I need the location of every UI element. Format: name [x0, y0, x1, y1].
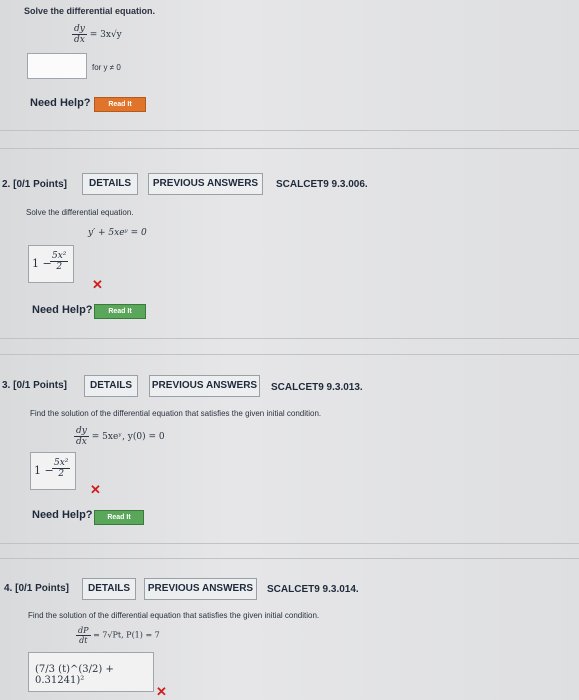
q1-read-it-button[interactable]: Read It [94, 97, 146, 112]
q4-equation: dP dt = 7√Pt, P(1) = 7 [76, 626, 160, 645]
divider [0, 543, 579, 544]
q2-header: 2. [0/1 Points] [2, 179, 68, 190]
q1-prompt: Solve the differential equation. [24, 6, 156, 16]
q3-answer-input[interactable]: 1 − 5x² 2 [30, 452, 76, 490]
q3-previous-answers-button[interactable]: PREVIOUS ANSWERS [149, 375, 260, 397]
q1-derivative: dy dx [72, 24, 87, 45]
q2-previous-answers-button[interactable]: PREVIOUS ANSWERS [148, 173, 263, 195]
q3-prompt: Find the solution of the differential eq… [30, 409, 322, 418]
divider [0, 558, 579, 559]
divider [0, 130, 579, 131]
q4-header: 4. [0/1 Points] [4, 583, 70, 594]
q4-previous-answers-button[interactable]: PREVIOUS ANSWERS [144, 578, 257, 600]
divider [0, 354, 579, 355]
q2-answer-fraction: 5x² 2 [50, 251, 69, 272]
q2-equation: y′ + 5xeʸ = 0 [88, 228, 147, 238]
q3-derivative: dy dx [74, 426, 89, 447]
q2-code: SCALCET9 9.3.006. [276, 179, 368, 190]
q2-details-button[interactable]: DETAILS [82, 173, 138, 195]
q4-prompt: Find the solution of the differential eq… [28, 611, 320, 620]
q4-details-button[interactable]: DETAILS [82, 578, 136, 600]
q3-read-it-button[interactable]: Read It [94, 510, 144, 525]
q1-answer-input[interactable] [27, 53, 87, 79]
q2-wrong-icon: ✕ [92, 277, 103, 292]
divider [0, 338, 579, 339]
q3-answer-fraction: 5x² 2 [52, 458, 71, 479]
divider [0, 148, 579, 149]
q1-condition: for y ≠ 0 [92, 63, 121, 72]
q2-read-it-button[interactable]: Read It [94, 304, 146, 319]
q3-wrong-icon: ✕ [90, 482, 101, 497]
q4-wrong-icon: ✕ [156, 684, 167, 699]
q3-equation: dy dx = 5xeʸ, y(0) = 0 [74, 426, 165, 447]
q3-answer-prefix: 1 − [34, 464, 54, 477]
q1-need-help: Need Help? [30, 97, 91, 109]
q2-answer-prefix: 1 − [32, 257, 52, 270]
q2-prompt: Solve the differential equation. [26, 208, 134, 217]
q1-equation: dy dx = 3x√y [72, 24, 122, 45]
q2-need-help: Need Help? [32, 304, 93, 316]
q3-code: SCALCET9 9.3.013. [271, 382, 363, 393]
q4-answer-expression: (7/3 (t)^(3/2) + 0.31241)² [35, 664, 114, 686]
q2-answer-input[interactable]: 1 − 5x² 2 [28, 245, 74, 283]
q3-details-button[interactable]: DETAILS [84, 375, 138, 397]
q4-answer-input[interactable]: (7/3 (t)^(3/2) + 0.31241)² [28, 652, 154, 692]
q4-derivative: dP dt [76, 626, 91, 645]
q3-need-help: Need Help? [32, 509, 93, 521]
q3-header: 3. [0/1 Points] [2, 380, 68, 391]
q4-code: SCALCET9 9.3.014. [267, 584, 359, 595]
